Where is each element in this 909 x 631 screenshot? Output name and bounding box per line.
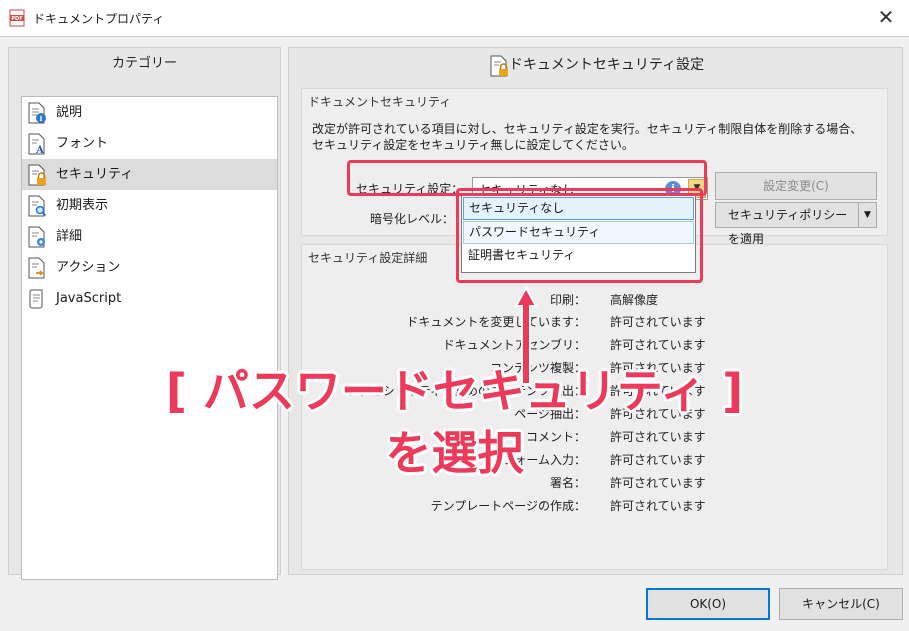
annotation-line-1: [ パスワードセキュリティ ] (165, 364, 744, 418)
dialog-body: カテゴリー i 説明 A フォント セキュリティ 初期表示 詳細 アクション J… (0, 36, 909, 631)
settings-title: ドキュメントセキュリティ設定 (508, 57, 705, 73)
scroll-icon (29, 289, 43, 309)
category-item-security[interactable]: セキュリティ (22, 159, 277, 190)
close-button[interactable]: ✕ (873, 4, 899, 30)
security-description: 改定が許可されている項目に対し、セキュリティ設定を実行。セキュリティ制限自体を削… (312, 122, 863, 152)
category-item-font[interactable]: A フォント (22, 128, 277, 159)
category-label: JavaScript (56, 291, 122, 306)
category-label: 初期表示 (56, 198, 109, 213)
document-lock-icon (28, 164, 46, 186)
title-bar: PDF ドキュメントプロパティ ✕ (0, 0, 909, 36)
group-title: セキュリティ設定詳細 (308, 251, 428, 265)
pdf-app-icon: PDF (9, 9, 25, 27)
close-icon: ✕ (877, 5, 895, 29)
change-settings-button[interactable]: 設定変更(C) (715, 172, 877, 200)
category-item-actions[interactable]: アクション (22, 252, 277, 283)
window-title: ドキュメントプロパティ (33, 12, 165, 26)
category-label: 説明 (56, 105, 83, 120)
category-item-description[interactable]: i 説明 (22, 97, 277, 128)
detail-row: ドキュメントアセンブリ： 許可されています (442, 338, 706, 352)
group-title: ドキュメントセキュリティ (308, 95, 452, 109)
document-lock-icon (490, 55, 508, 77)
category-label: アクション (56, 260, 121, 275)
category-list: i 説明 A フォント セキュリティ 初期表示 詳細 アクション JavaScr… (21, 96, 278, 580)
annotation-line-2: を選択 (385, 426, 524, 480)
category-item-initial-view[interactable]: 初期表示 (22, 190, 277, 221)
ok-button[interactable]: OK(O) (646, 588, 770, 620)
category-item-javascript[interactable]: JavaScript (22, 283, 277, 314)
svg-text:A: A (35, 145, 44, 155)
category-header: カテゴリー (111, 56, 177, 71)
settings-panel: ドキュメントセキュリティ設定 ドキュメントセキュリティ 改定が許可されている項目… (288, 47, 903, 575)
category-item-details[interactable]: 詳細 (22, 221, 277, 252)
detail-row: テンプレートページの作成： 許可されています (430, 499, 706, 513)
svg-text:PDF: PDF (11, 16, 22, 22)
detail-row: 印刷： 高解像度 (549, 293, 659, 307)
document-arrow-icon (28, 257, 45, 279)
document-gear-icon (28, 226, 45, 248)
encryption-level-label: 暗号化レベル： (370, 212, 455, 226)
document-info-icon: i (28, 102, 46, 124)
detail-row: ドキュメントを変更しています： 許可されています (406, 315, 706, 329)
dropdown-option-no-security[interactable]: セキュリティなし (463, 197, 694, 220)
chevron-down-icon[interactable]: ▼ (858, 203, 876, 227)
security-setting-label: セキュリティ設定： (356, 182, 464, 196)
security-setting-dropdown: セキュリティなし パスワードセキュリティ 証明書セキュリティ (461, 195, 696, 273)
category-label: セキュリティ (56, 167, 134, 182)
document-search-icon (28, 195, 47, 217)
settings-header: ドキュメントセキュリティ設定 (289, 48, 902, 82)
apply-policy-label: セキュリティポリシーを適用 (728, 208, 848, 246)
category-label: 詳細 (56, 229, 83, 244)
apply-security-policy-button[interactable]: セキュリティポリシーを適用 ▼ (715, 202, 877, 246)
category-label: フォント (56, 136, 109, 151)
svg-text:i: i (40, 114, 43, 123)
cancel-button[interactable]: キャンセル(C) (779, 588, 903, 620)
document-font-icon: A (28, 133, 45, 155)
dropdown-option-certificate-security[interactable]: 証明書セキュリティ (463, 245, 694, 268)
dropdown-option-password-security[interactable]: パスワードセキュリティ (463, 221, 694, 244)
category-panel: カテゴリー i 説明 A フォント セキュリティ 初期表示 詳細 アクション J… (8, 47, 281, 580)
